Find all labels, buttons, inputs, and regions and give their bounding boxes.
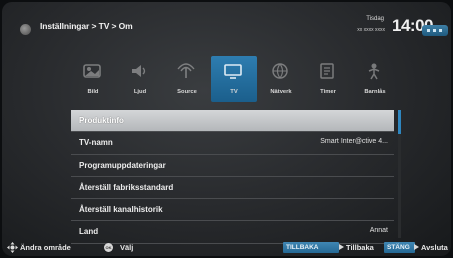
category-bild[interactable]: Bild — [70, 56, 116, 102]
category-bar: Bild Ljud Source TV Nätverk Timer Barnlå… — [70, 56, 398, 104]
category-label: Source — [177, 89, 197, 95]
child-lock-icon — [368, 63, 380, 80]
category-label: Timer — [320, 89, 336, 95]
menu-item-label: Land — [79, 227, 99, 237]
menu-item-label: Programuppdateringar — [79, 160, 166, 170]
menu-item-value: Smart Inter@ctive 4... — [320, 138, 388, 146]
tv-settings-screen: Inställningar > TV > Om Tisdag xx xxxx x… — [2, 2, 451, 256]
menu-item-aterstall-fabriksstandard[interactable]: Återställ fabriksstandard — [71, 177, 394, 200]
menu-item-value: Annat — [369, 227, 388, 235]
menu-item-produktinfo[interactable]: Produktinfo — [71, 110, 394, 133]
menu-item-label: Produktinfo — [79, 116, 124, 125]
timer-icon — [320, 63, 334, 79]
category-ljud[interactable]: Ljud — [117, 56, 163, 102]
scrollbar-thumb[interactable] — [398, 110, 401, 134]
category-label: Ljud — [133, 89, 147, 95]
picture-icon — [83, 64, 101, 78]
category-label: Barnlås — [364, 89, 386, 95]
dpad-arrows-icon — [7, 242, 18, 253]
back-arrow-icon — [339, 244, 344, 250]
date-day: Tisdag — [366, 16, 384, 22]
date-value: xx xxxx xxxx — [357, 27, 385, 33]
category-timer[interactable]: Timer — [305, 56, 351, 102]
tv-icon — [224, 64, 242, 79]
ok-button-icon: OK — [104, 243, 113, 252]
back-key[interactable]: TILLBAKA — [283, 242, 339, 253]
hint-exit: Avsluta — [421, 243, 448, 252]
menu-item-tv-namn[interactable]: TV-namn Smart Inter@ctive 4... — [71, 132, 394, 155]
exit-arrow-icon — [414, 244, 419, 250]
category-label: Nätverk — [270, 89, 292, 95]
category-label: TV — [230, 89, 238, 95]
menu-item-label: TV-namn — [79, 138, 113, 148]
category-tv[interactable]: TV — [211, 56, 257, 102]
network-globe-icon — [272, 63, 288, 79]
hint-change-area: Ändra område — [20, 243, 71, 252]
settings-menu: Produktinfo TV-namn Smart Inter@ctive 4.… — [71, 110, 394, 244]
category-label: Bild — [87, 89, 99, 95]
close-key[interactable]: STÄNG — [384, 242, 415, 253]
settings-logo-icon — [20, 24, 31, 35]
menu-item-label: Återställ fabriksstandard — [79, 182, 174, 192]
hint-select: Välj — [120, 243, 134, 252]
breadcrumb: Inställningar > TV > Om — [40, 21, 133, 31]
footer-hints: Ändra område OK Välj TILLBAKA Tillbaka S… — [2, 239, 451, 256]
ok-key-label: OK — [105, 245, 112, 250]
category-natverk[interactable]: Nätverk — [258, 56, 304, 102]
menu-item-aterstall-kanalhistorik[interactable]: Återställ kanalhistorik — [71, 199, 394, 222]
status-indicator-icon — [422, 25, 448, 36]
menu-scrollbar[interactable] — [398, 110, 401, 238]
menu-item-programuppdateringar[interactable]: Programuppdateringar — [71, 155, 394, 177]
category-barnlas[interactable]: Barnlås — [352, 56, 398, 102]
speaker-icon — [132, 65, 146, 77]
menu-item-label: Återställ kanalhistorik — [79, 205, 163, 215]
hint-back: Tillbaka — [346, 243, 374, 252]
source-input-icon — [177, 63, 195, 78]
category-source[interactable]: Source — [164, 56, 210, 102]
